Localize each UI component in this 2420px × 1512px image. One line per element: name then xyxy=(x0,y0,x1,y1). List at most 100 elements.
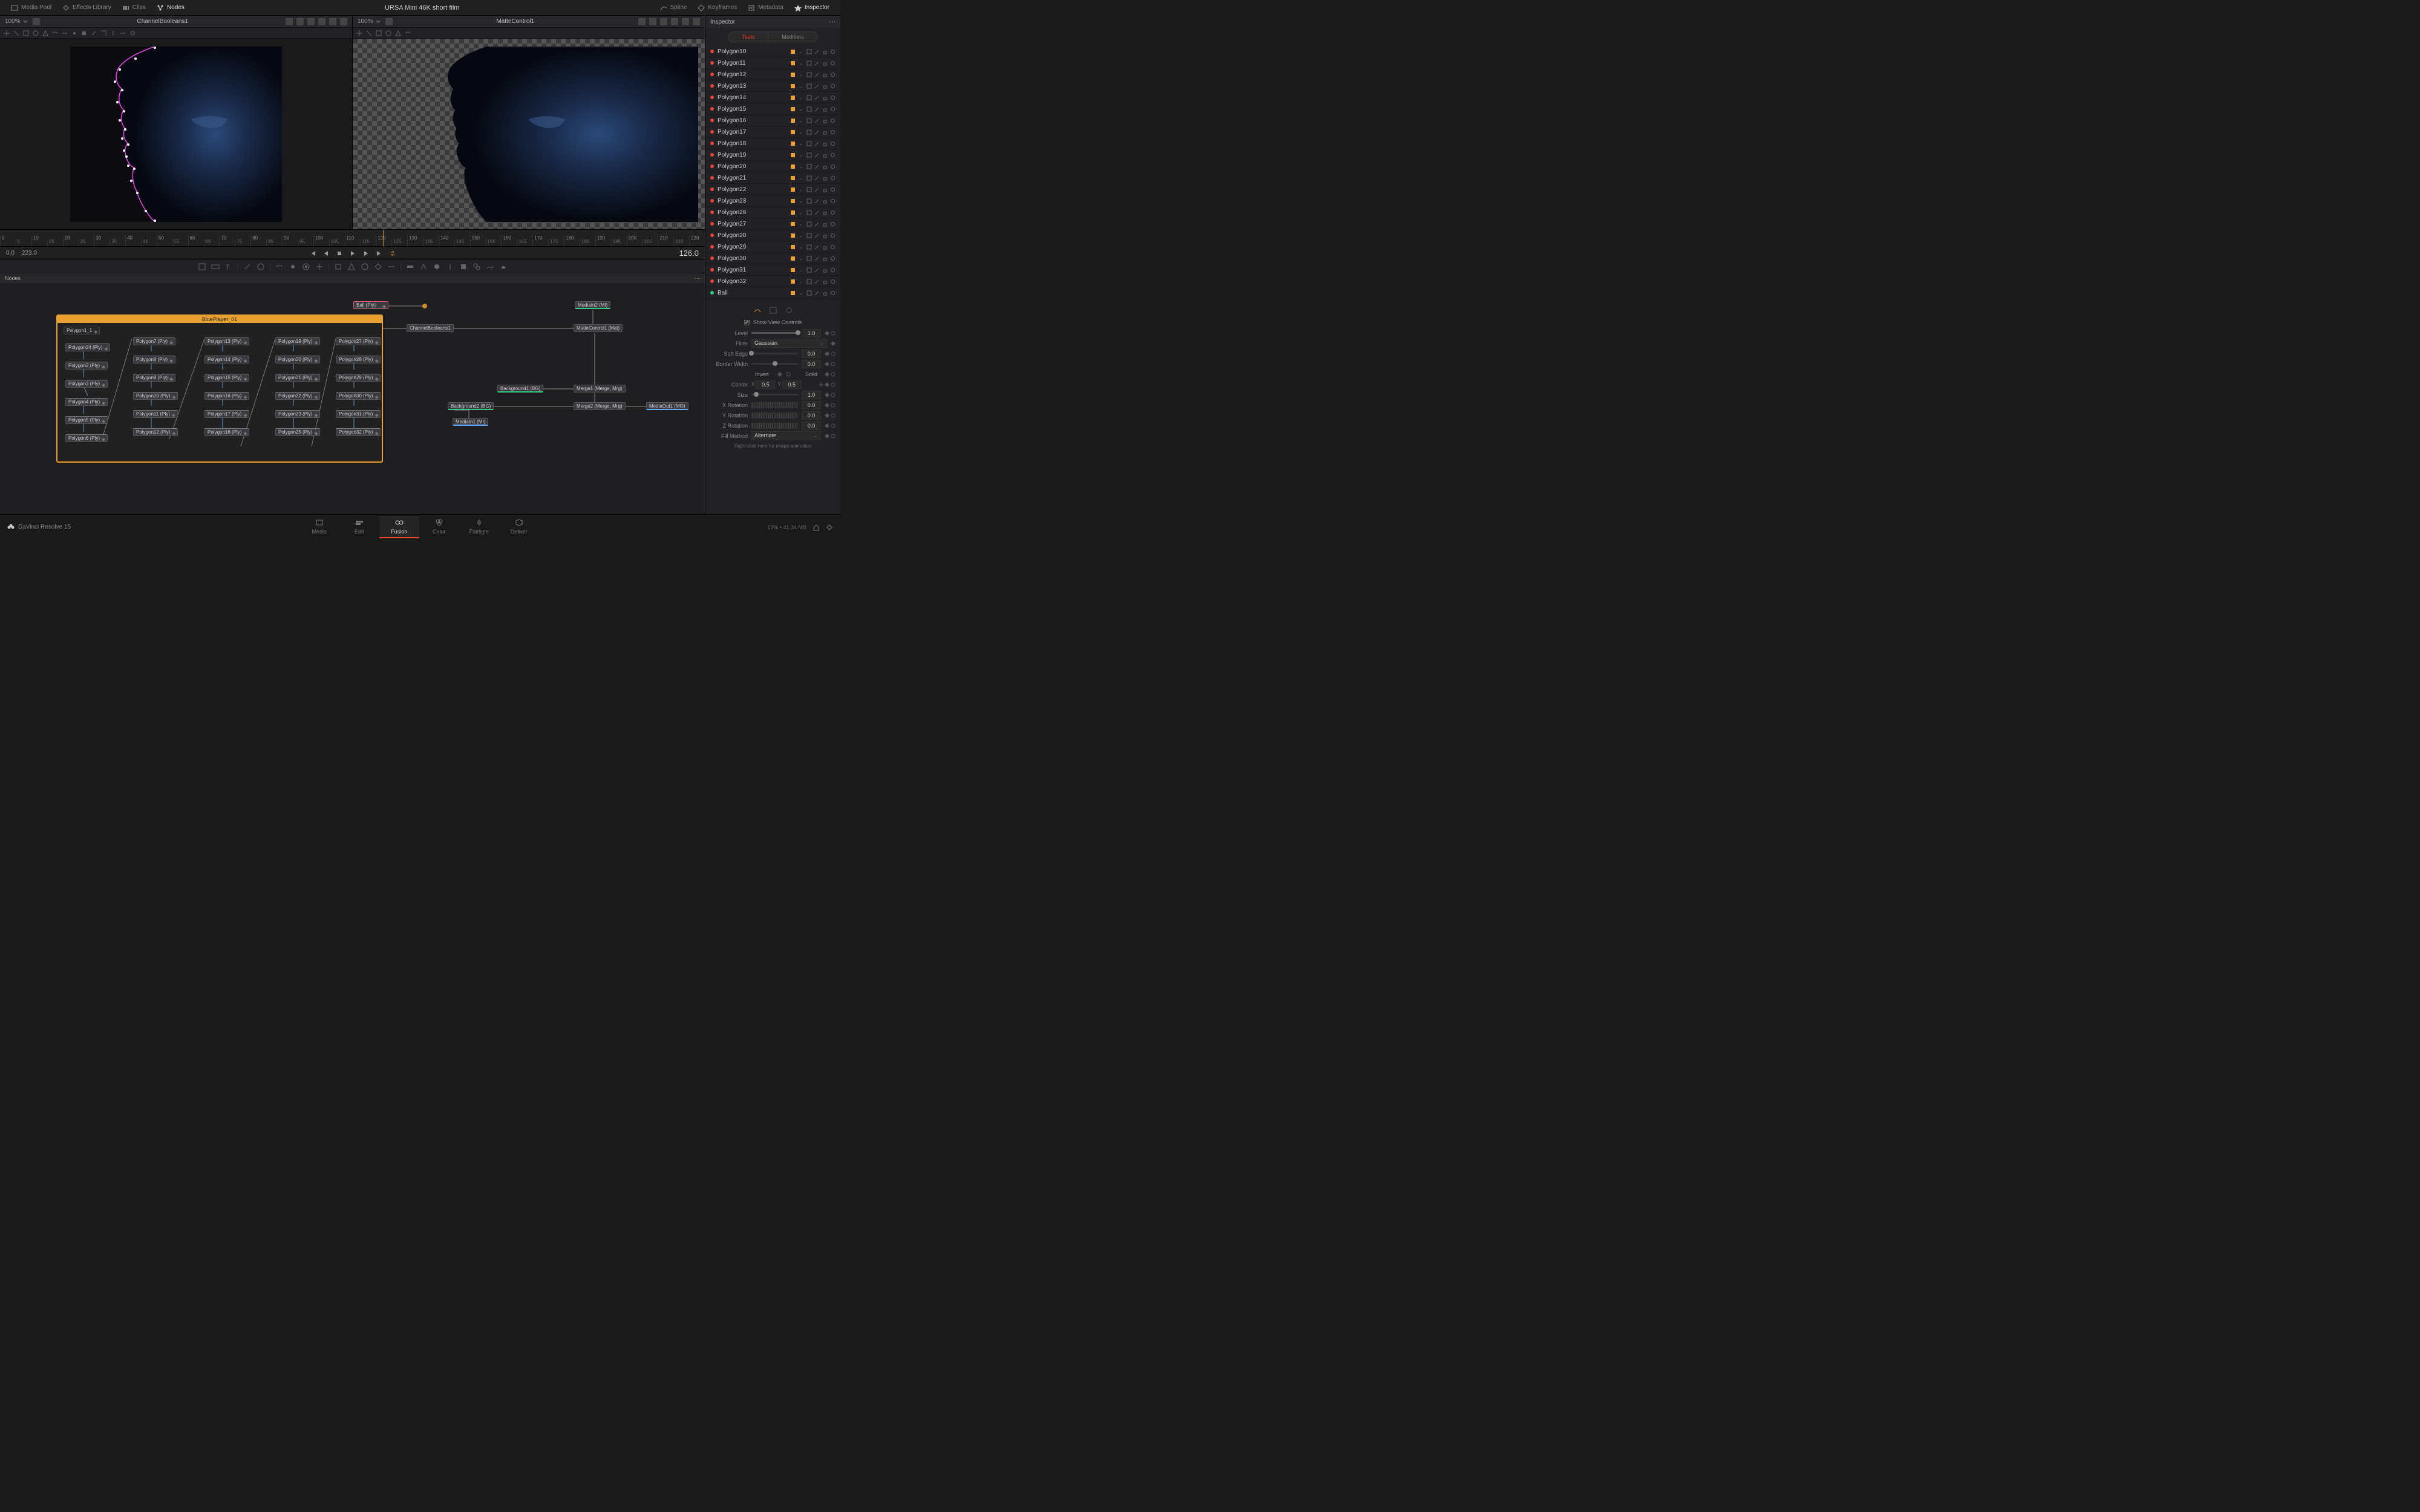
viewer1-opt-4[interactable] xyxy=(318,18,325,25)
page-color[interactable]: Color xyxy=(419,516,459,538)
tool-icon[interactable] xyxy=(110,30,116,36)
inspector-item[interactable]: Polygon30⌄ xyxy=(705,253,840,264)
pin-icon[interactable] xyxy=(806,106,812,112)
pin-icon[interactable] xyxy=(806,244,812,250)
enable-dot-icon[interactable] xyxy=(710,165,714,168)
tool-icon[interactable] xyxy=(405,30,411,36)
node-background1[interactable]: Background1 (BG) xyxy=(497,385,543,393)
tool-icon[interactable] xyxy=(129,30,136,36)
enable-dot-icon[interactable] xyxy=(710,245,714,249)
node-polygon[interactable]: Polygon3 (Ply)◈ xyxy=(65,380,108,388)
reset-icon[interactable] xyxy=(831,434,836,438)
keyframes-tab[interactable]: Keyframes xyxy=(693,2,742,14)
inspector-item[interactable]: Ball⌄ xyxy=(705,287,840,299)
enable-dot-icon[interactable] xyxy=(710,199,714,203)
tool-icon[interactable] xyxy=(366,30,372,36)
page-deliver[interactable]: Deliver xyxy=(499,516,539,538)
lock-icon[interactable] xyxy=(822,175,828,181)
tool-icon[interactable] xyxy=(4,30,10,36)
node-mediain1[interactable]: MediaIn1 (MI) xyxy=(453,418,488,426)
enable-dot-icon[interactable] xyxy=(710,119,714,122)
enable-dot-icon[interactable] xyxy=(710,222,714,226)
viewer2-opt-4[interactable] xyxy=(671,18,678,25)
reset-icon[interactable] xyxy=(830,244,836,250)
page-fusion[interactable]: Fusion xyxy=(379,516,419,538)
loop-button[interactable] xyxy=(387,249,398,258)
filter-select[interactable]: Gaussian⌄ xyxy=(751,339,827,348)
inspector-item[interactable]: Polygon31⌄ xyxy=(705,264,840,276)
reset-icon[interactable] xyxy=(831,423,836,428)
pin-icon[interactable] xyxy=(806,152,812,158)
tool-icon[interactable] xyxy=(100,30,106,36)
tool-icon[interactable] xyxy=(334,262,342,271)
inspector-item[interactable]: Polygon15⌄ xyxy=(705,103,840,115)
goto-end-button[interactable] xyxy=(374,249,385,258)
show-view-controls-checkbox[interactable] xyxy=(744,320,750,325)
lock-icon[interactable] xyxy=(822,60,828,66)
enable-dot-icon[interactable] xyxy=(710,256,714,260)
reset-icon[interactable] xyxy=(830,233,836,238)
viewer1-zoom[interactable]: 100% xyxy=(5,18,21,25)
color-swatch[interactable] xyxy=(791,256,795,261)
enable-dot-icon[interactable] xyxy=(710,291,714,295)
timeline-ruler[interactable]: 0510152025303540455055606570758085909510… xyxy=(0,230,705,247)
edit-icon[interactable] xyxy=(814,164,820,169)
lock-icon[interactable] xyxy=(822,164,828,169)
inspector-item[interactable]: Polygon23⌄ xyxy=(705,195,840,207)
edit-icon[interactable] xyxy=(814,175,820,181)
lock-icon[interactable] xyxy=(822,95,828,100)
pin-icon[interactable] xyxy=(806,60,812,66)
node-polygon[interactable]: Polygon30 (Ply)◈ xyxy=(336,392,381,400)
lock-icon[interactable] xyxy=(822,106,828,112)
tool-icon[interactable] xyxy=(81,30,87,36)
reset-icon[interactable] xyxy=(830,152,836,158)
viewer1-opt-3[interactable] xyxy=(307,18,315,25)
inspector-item[interactable]: Polygon27⌄ xyxy=(705,218,840,230)
pin-icon[interactable] xyxy=(806,175,812,181)
enable-dot-icon[interactable] xyxy=(710,50,714,53)
lock-icon[interactable] xyxy=(822,210,828,215)
node-channelbooleans[interactable]: ChannelBooleans1 xyxy=(407,324,454,332)
node-polygon[interactable]: Polygon28 (Ply)◈ xyxy=(336,356,381,363)
spline-tab[interactable]: Spline xyxy=(655,2,692,14)
reset-icon[interactable] xyxy=(830,95,836,100)
edit-icon[interactable] xyxy=(814,290,820,296)
viewer2-opt-1[interactable] xyxy=(638,18,646,25)
edit-icon[interactable] xyxy=(814,210,820,215)
node-background2[interactable]: Background2 (BG) xyxy=(448,402,494,410)
inspector-item[interactable]: Polygon28⌄ xyxy=(705,230,840,241)
edit-icon[interactable] xyxy=(814,198,820,204)
softedge-slider[interactable] xyxy=(751,353,798,354)
tool-icon[interactable] xyxy=(62,30,68,36)
reset-icon[interactable] xyxy=(830,141,836,146)
inspector-tab-tools[interactable]: Tools xyxy=(728,31,768,42)
enable-dot-icon[interactable] xyxy=(710,96,714,99)
keyframe-icon[interactable] xyxy=(825,351,829,356)
pin-icon[interactable] xyxy=(806,72,812,77)
pin-icon[interactable] xyxy=(806,95,812,100)
pin-icon[interactable] xyxy=(806,256,812,261)
color-swatch[interactable] xyxy=(791,119,795,123)
fit-icon[interactable] xyxy=(33,18,40,25)
reset-icon[interactable] xyxy=(831,372,836,377)
edit-icon[interactable] xyxy=(814,244,820,250)
pin-icon[interactable] xyxy=(806,164,812,169)
lock-icon[interactable] xyxy=(822,129,828,135)
lock-icon[interactable] xyxy=(822,83,828,89)
reset-icon[interactable] xyxy=(786,372,791,377)
page-media[interactable]: Media xyxy=(299,516,339,538)
node-mediain2[interactable]: MediaIn2 (MI) xyxy=(575,301,610,309)
yrot-dial[interactable] xyxy=(751,412,798,419)
edit-icon[interactable] xyxy=(814,60,820,66)
lock-icon[interactable] xyxy=(822,141,828,146)
node-polygon[interactable]: Polygon2 (Ply)◈ xyxy=(65,362,108,370)
reset-icon[interactable] xyxy=(831,351,836,356)
pin-icon[interactable] xyxy=(806,210,812,215)
lock-icon[interactable] xyxy=(822,244,828,250)
tool-icon[interactable] xyxy=(385,30,391,36)
color-swatch[interactable] xyxy=(791,153,795,157)
tool-icon[interactable] xyxy=(446,262,454,271)
pin-icon[interactable] xyxy=(806,187,812,192)
viewer1-viewport[interactable] xyxy=(0,39,352,229)
pin-icon[interactable] xyxy=(806,279,812,284)
